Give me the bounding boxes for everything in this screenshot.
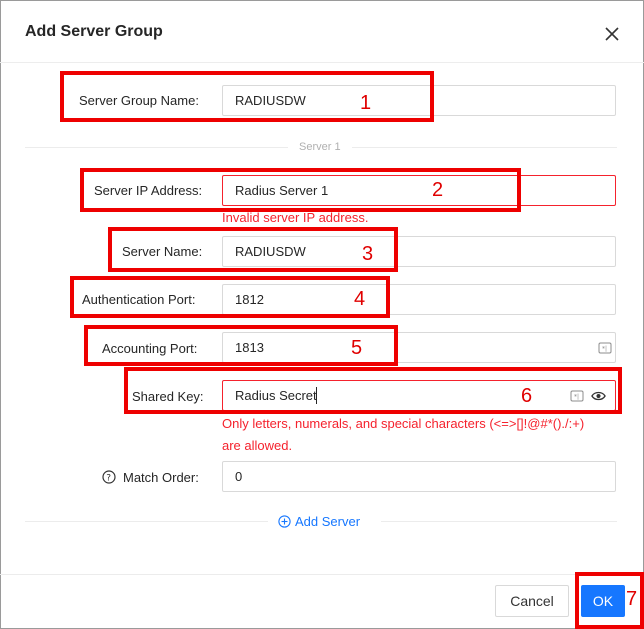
- annotation-box-6: [124, 367, 622, 414]
- annotation-number-2: 2: [432, 179, 444, 201]
- annotation-number-7: 7: [626, 588, 638, 610]
- plus-circle-icon: [278, 515, 291, 528]
- annotation-number-4: 4: [354, 288, 366, 310]
- add-server-divider-left: [25, 521, 268, 522]
- annotation-number-1: 1: [360, 92, 372, 114]
- add-server-label: Add Server: [295, 514, 361, 529]
- section-divider-left: [25, 147, 288, 148]
- add-server-button[interactable]: Add Server: [278, 514, 360, 529]
- shared-key-error-line2: are allowed.: [222, 438, 293, 453]
- annotation-box-2: [80, 168, 521, 212]
- match-order-input[interactable]: 0: [222, 461, 616, 492]
- dialog-title: Add Server Group: [25, 23, 163, 40]
- annotation-box-4: [70, 276, 390, 318]
- annotation-number-5: 5: [351, 337, 363, 359]
- dialog-header: Add Server Group: [0, 0, 644, 63]
- close-icon[interactable]: [602, 24, 622, 44]
- annotation-number-3: 3: [362, 243, 374, 265]
- svg-text:?: ?: [106, 474, 111, 484]
- annotation-box-1: [60, 71, 434, 122]
- keyboard-icon[interactable]: *|: [598, 341, 612, 355]
- shared-key-error-line1: Only letters, numerals, and special char…: [222, 416, 585, 431]
- annotation-box-3: [108, 227, 398, 272]
- annotation-number-6: 6: [521, 385, 533, 407]
- match-order-label: Match Order:: [123, 470, 199, 485]
- question-circle-icon[interactable]: ?: [102, 470, 116, 484]
- footer-divider: [0, 574, 644, 575]
- section-title: Server 1: [299, 141, 341, 153]
- svg-text:*|: *|: [602, 346, 607, 353]
- section-divider-right: [352, 147, 617, 148]
- add-server-divider-right: [381, 521, 617, 522]
- cancel-button[interactable]: Cancel: [495, 585, 569, 617]
